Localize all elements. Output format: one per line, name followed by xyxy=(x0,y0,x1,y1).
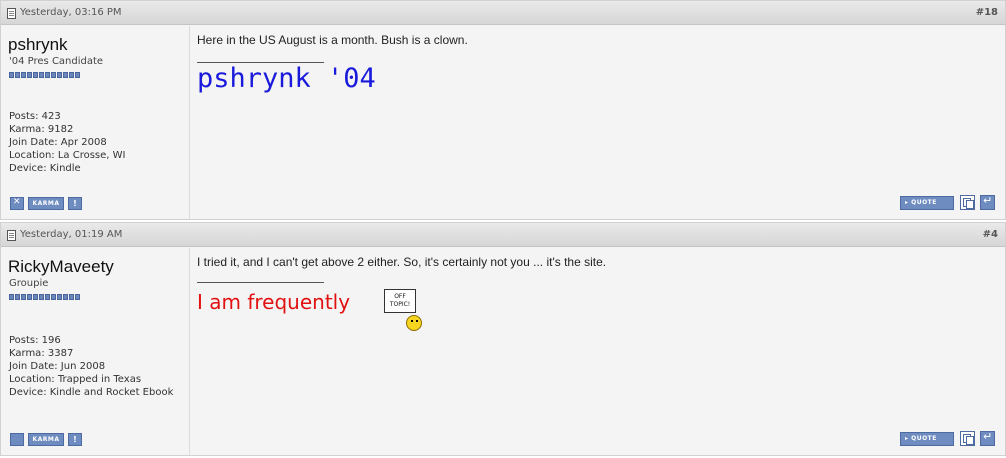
multi-quote-icon[interactable] xyxy=(960,195,975,210)
post-icon xyxy=(7,8,16,19)
user-karma: Karma: 9182 xyxy=(9,124,74,135)
post-date: Yesterday, 03:16 PM xyxy=(20,7,122,18)
post-4: Yesterday, 01:19 AM #4 RickyMaveety Grou… xyxy=(0,222,1006,456)
signature-text: I am frequently xyxy=(197,290,351,314)
user-location: Location: La Crosse, WI xyxy=(9,150,126,161)
post-number-link[interactable]: #4 xyxy=(983,229,998,240)
post-number-link[interactable]: #18 xyxy=(976,7,998,18)
quick-reply-icon[interactable] xyxy=(980,194,995,210)
user-karma: Karma: 3387 xyxy=(9,348,74,359)
reputation-bar xyxy=(9,294,80,300)
user-posts: Posts: 196 xyxy=(9,335,61,346)
quote-button[interactable]: ▸ QUOTE xyxy=(900,195,954,210)
user-info-panel: pshrynk '04 Pres Candidate Posts: 423 Ka… xyxy=(1,26,190,219)
smiley-icon xyxy=(406,315,422,331)
post-message: I tried it, and I can't get above 2 eith… xyxy=(197,255,607,269)
user-stats: Posts: 196 Karma: 3387 Join Date: Jun 20… xyxy=(9,334,185,399)
username-link[interactable]: RickyMaveety xyxy=(8,257,114,277)
quote-button[interactable]: ▸ QUOTE xyxy=(900,431,954,446)
multi-quote-icon[interactable] xyxy=(960,431,975,446)
karma-button[interactable]: KARMA xyxy=(28,433,64,446)
signature-text: pshrynk '04 xyxy=(197,63,376,94)
user-info-panel: RickyMaveety Groupie Posts: 196 Karma: 3… xyxy=(1,248,190,455)
report-button[interactable]: ! xyxy=(68,433,82,446)
user-title: '04 Pres Candidate xyxy=(9,56,104,67)
user-offline-icon xyxy=(10,197,24,210)
user-join-date: Join Date: Apr 2008 xyxy=(9,137,107,148)
signature-divider xyxy=(197,282,324,283)
user-buttons: KARMA ! xyxy=(10,433,82,446)
user-stats: Posts: 423 Karma: 9182 Join Date: Apr 20… xyxy=(9,110,125,175)
karma-button[interactable]: KARMA xyxy=(28,197,64,210)
post-message: Here in the US August is a month. Bush i… xyxy=(197,33,468,47)
user-join-date: Join Date: Jun 2008 xyxy=(9,361,106,372)
user-online-icon xyxy=(10,433,24,446)
post-body: Here in the US August is a month. Bush i… xyxy=(191,26,1005,219)
username-link[interactable]: pshrynk xyxy=(8,35,68,55)
post-header: Yesterday, 03:16 PM #18 xyxy=(1,1,1005,25)
user-title: Groupie xyxy=(9,278,49,289)
user-device: Device: Kindle xyxy=(9,163,81,174)
off-topic-sign-icon: OFF TOPIC! xyxy=(384,285,426,331)
post-buttons: ▸ QUOTE xyxy=(900,430,995,446)
post-header: Yesterday, 01:19 AM #4 xyxy=(1,223,1005,247)
user-location: Location: Trapped in Texas xyxy=(9,374,142,385)
post-icon xyxy=(7,230,16,241)
report-button[interactable]: ! xyxy=(68,197,82,210)
post-body: I tried it, and I can't get above 2 eith… xyxy=(191,248,1005,455)
post-18: Yesterday, 03:16 PM #18 pshrynk '04 Pres… xyxy=(0,0,1006,220)
post-buttons: ▸ QUOTE xyxy=(900,194,995,210)
user-posts: Posts: 423 xyxy=(9,111,61,122)
reputation-bar xyxy=(9,72,80,78)
user-device: Device: Kindle and Rocket Ebook xyxy=(9,387,174,398)
post-date: Yesterday, 01:19 AM xyxy=(20,229,123,240)
user-buttons: KARMA ! xyxy=(10,197,82,210)
sign-board: OFF TOPIC! xyxy=(384,289,416,313)
quick-reply-icon[interactable] xyxy=(980,430,995,446)
